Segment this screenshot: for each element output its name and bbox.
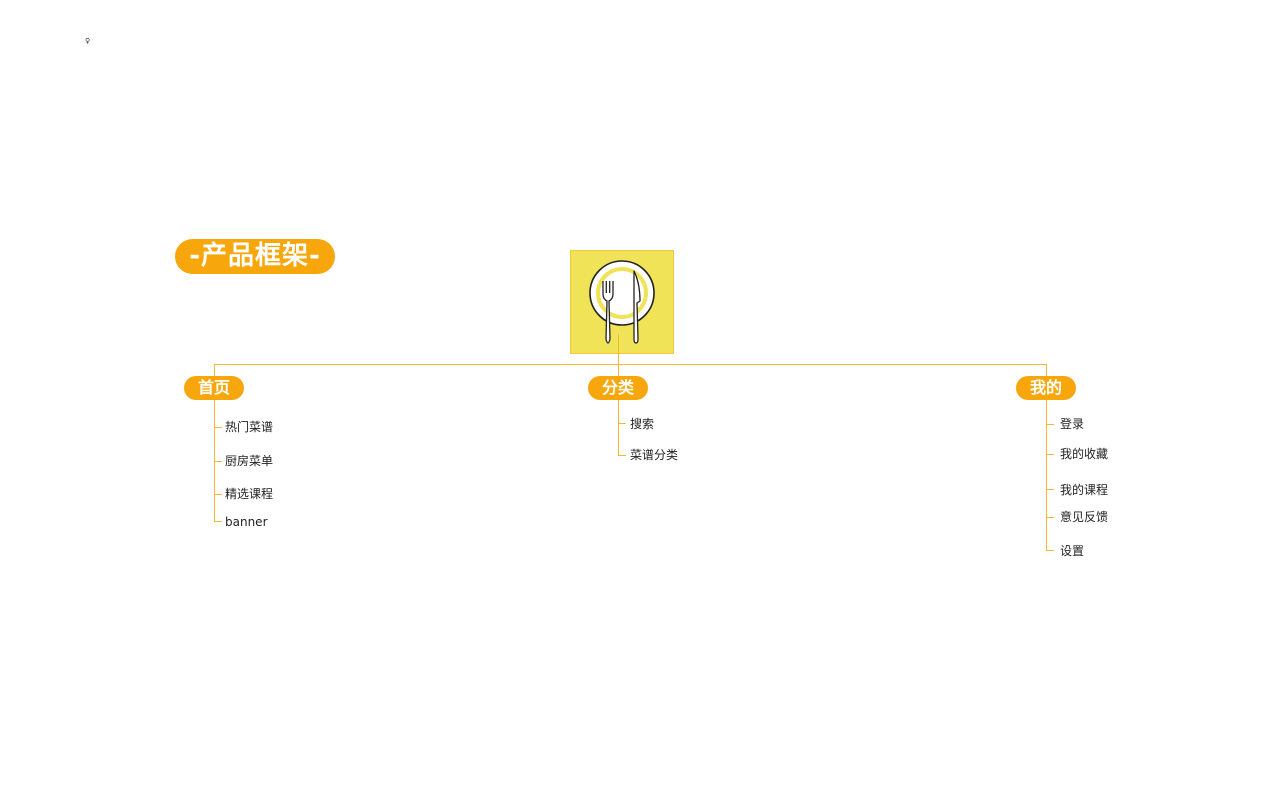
- leaf-tick: [1046, 550, 1054, 551]
- leaf-tick: [214, 427, 222, 428]
- branch-node-home: 首页: [184, 376, 244, 400]
- leaf-featured-courses: 精选课程: [225, 487, 274, 501]
- connector-branch-bar: [214, 364, 1047, 365]
- leaf-tick: [618, 455, 626, 456]
- leaf-login: 登录: [1060, 417, 1085, 431]
- leaf-tick: [1046, 424, 1054, 425]
- leaf-kitchen-menu: 厨房菜单: [225, 454, 274, 468]
- connector-drop-mine: [1046, 364, 1047, 376]
- leaf-tick: [1046, 517, 1054, 518]
- connector-trunk: [618, 334, 619, 364]
- corner-mark: ♀: [85, 37, 91, 45]
- leaf-recipe-categories: 菜谱分类: [630, 448, 679, 462]
- leaf-tick: [214, 521, 222, 522]
- branch-node-mine: 我的: [1016, 376, 1076, 400]
- diagram-title: -产品框架-: [175, 239, 335, 274]
- leaf-tick: [1046, 489, 1054, 490]
- leaf-my-favorites: 我的收藏: [1060, 447, 1109, 461]
- connector-leaves-category: [618, 400, 619, 456]
- connector-leaves-mine: [1046, 400, 1047, 551]
- branch-node-category: 分类: [588, 376, 648, 400]
- plate-fork-knife-icon: [589, 260, 655, 344]
- leaf-tick: [618, 423, 626, 424]
- leaf-hot-recipes: 热门菜谱: [225, 420, 274, 434]
- leaf-tick: [214, 494, 222, 495]
- connector-drop-home: [214, 364, 215, 376]
- leaf-tick: [214, 461, 222, 462]
- leaf-banner: banner: [225, 515, 268, 529]
- leaf-settings: 设置: [1060, 544, 1085, 558]
- app-logo: [570, 250, 674, 354]
- leaf-my-courses: 我的课程: [1060, 483, 1109, 497]
- leaf-tick: [1046, 454, 1054, 455]
- leaf-feedback: 意见反馈: [1060, 510, 1109, 524]
- connector-drop-category: [618, 364, 619, 376]
- leaf-search: 搜索: [630, 417, 655, 431]
